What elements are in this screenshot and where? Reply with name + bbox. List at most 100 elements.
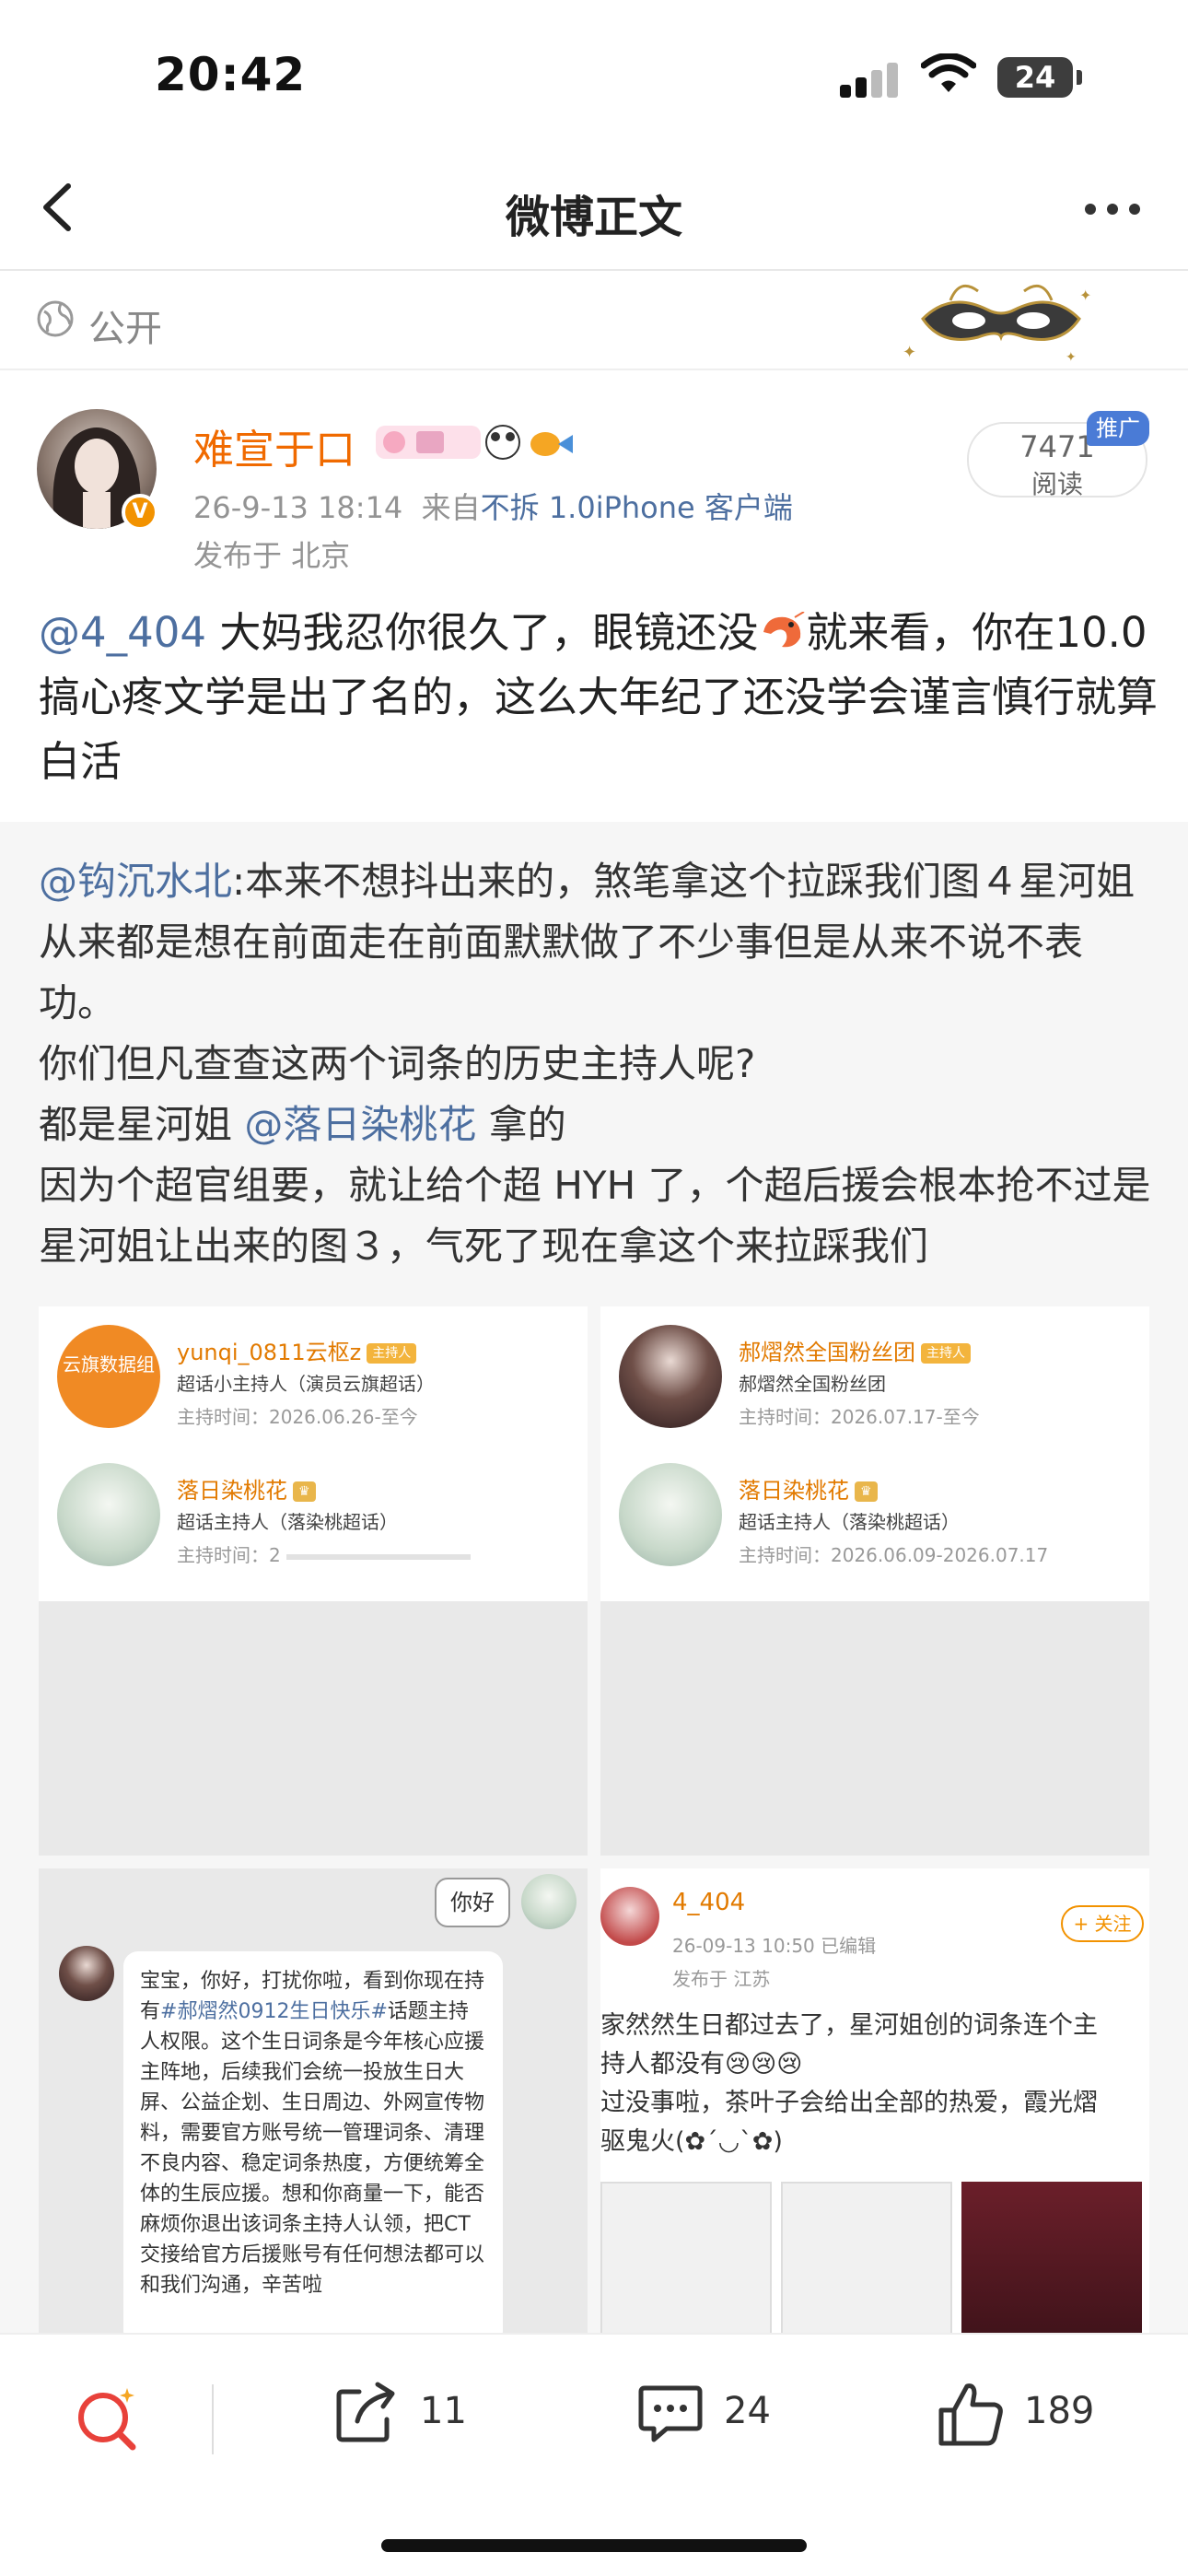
- image-2[interactable]: 郝熠然全国粉丝团 主持人 郝熠然全国粉丝团 主持时间：2026.07.17-至今 …: [600, 1306, 1149, 1856]
- battery-icon: 24: [997, 57, 1073, 98]
- post-text: 家然然生日都过去了，星河姐创的词条连个主 持人都没有😢😢😢 过没事啦，茶叶子会给…: [600, 2007, 1149, 2161]
- user-badges-icon: [376, 425, 573, 460]
- promo-tag[interactable]: 推广: [1087, 411, 1149, 446]
- image-2-card: 郝熠然全国粉丝团 主持人 郝熠然全国粉丝团 主持时间：2026.07.17-至今 …: [600, 1306, 1149, 1601]
- host-role: 超话小主持人（演员云旗超话）: [177, 1373, 435, 1395]
- follow-button: + 关注: [1061, 1905, 1144, 1942]
- more-icon[interactable]: [1085, 201, 1151, 218]
- repost-count: 11: [420, 2390, 467, 2432]
- cellular-signal-icon: [840, 63, 903, 98]
- bottom-action-bar: 11 24 189: [0, 2333, 1188, 2576]
- visibility-row: 公开 ✦ ✦ ✦: [0, 273, 1188, 370]
- page-title: 微博正文: [505, 192, 682, 243]
- repost-paragraph-3: 都是星河姐 @落日染桃花 拿的: [39, 1095, 1159, 1155]
- post-meta: 26-09-13 10:50 已编辑: [672, 1935, 877, 1957]
- host-row: 云旗数据组 yunqi_0811云枢z 主持人 超话小主持人（演员云旗超话） 主持…: [57, 1325, 573, 1435]
- post-avatar: [600, 1887, 659, 1946]
- verified-badge-icon: V: [122, 494, 158, 531]
- host-time: 主持时间：2026.07.17-至今: [739, 1406, 980, 1428]
- home-indicator[interactable]: [381, 2539, 807, 2552]
- host-row: 落日染桃花 ♛ 超话主持人（落染桃超话） 主持时间：2026.06.09-2026…: [619, 1463, 1135, 1574]
- thumbs-up-icon: [938, 2383, 1003, 2446]
- search-icon[interactable]: [72, 2381, 146, 2454]
- post-line: 过没事啦，茶叶子会给出全部的热爱，霞光熠: [600, 2089, 1098, 2117]
- svg-text:✦: ✦: [1079, 287, 1091, 304]
- repost-button[interactable]: 11: [332, 2377, 479, 2451]
- host-name: yunqi_0811云枢z 主持人: [177, 1334, 417, 1366]
- post-location: 发布于 江苏: [672, 1968, 771, 1990]
- host-name-text: 落日染桃花: [177, 1478, 287, 1504]
- post-meta: 26-9-13 18:14 来自不拆 1.0iPhone 客户端: [193, 485, 793, 527]
- like-count: 189: [1024, 2390, 1095, 2432]
- host-name-text: 郝熠然全国粉丝团: [739, 1340, 915, 1365]
- source-link[interactable]: 不拆 1.0iPhone 客户端: [481, 490, 793, 525]
- post-text-part1: 大妈我忍你很久了，眼镜还没: [206, 608, 759, 657]
- share-icon: [336, 2382, 395, 2442]
- chat-avatar-left: [59, 1946, 114, 2001]
- comment-button[interactable]: 24: [635, 2377, 783, 2451]
- host-avatar: [619, 1325, 722, 1428]
- host-row: 郝熠然全国粉丝团 主持人 郝熠然全国粉丝团 主持时间：2026.07.17-至今: [619, 1325, 1135, 1435]
- host-name: 落日染桃花 ♛: [177, 1472, 316, 1505]
- svg-text:✦: ✦: [1066, 350, 1077, 365]
- host-name-text: 落日染桃花: [739, 1478, 849, 1504]
- read-label: 阅读: [1031, 469, 1083, 499]
- host-level-badge: ♛: [293, 1481, 316, 1502]
- host-avatar-text: 云旗数据组: [63, 1353, 155, 1376]
- wifi-icon: [921, 53, 976, 92]
- hello-bubble: 你好: [435, 1878, 510, 1927]
- host-badge: 主持人: [367, 1343, 417, 1364]
- globe-icon: [37, 300, 74, 337]
- host-name: 落日染桃花 ♛: [739, 1472, 878, 1505]
- comment-count: 24: [724, 2390, 771, 2432]
- source-prefix: 来自: [421, 490, 481, 525]
- host-avatar: [57, 1463, 160, 1566]
- host-name: 郝熠然全国粉丝团 主持人: [739, 1334, 971, 1366]
- visibility-label: 公开: [88, 308, 162, 350]
- repost-mention-2[interactable]: @落日染桃花: [244, 1102, 476, 1147]
- image-1-card: 云旗数据组 yunqi_0811云枢z 主持人 超话小主持人（演员云旗超话） 主持…: [39, 1306, 588, 1601]
- post-location: 发布于 北京: [193, 538, 351, 573]
- host-time: 主持时间：2: [177, 1540, 471, 1567]
- shrimp-emoji-icon: [763, 611, 805, 648]
- post-line: 家然然生日都过去了，星河姐创的词条连个主: [600, 2011, 1098, 2040]
- author-name[interactable]: 难宣于口: [193, 416, 355, 475]
- status-time: 20:42: [155, 48, 307, 101]
- mention-link[interactable]: @4_404: [39, 608, 206, 657]
- nav-bar: 微博正文: [0, 147, 1188, 271]
- host-role: 超话主持人（落染桃超话）: [177, 1511, 398, 1533]
- repost-author-mention[interactable]: @钩沉水北: [39, 859, 232, 904]
- chat-message: 宝宝，你好，打扰你啦，看到你现在持有#郝熠然0912生日快乐#话题主持人权限。这…: [123, 1951, 503, 2346]
- host-role: 超话主持人（落染桃超话）: [739, 1511, 960, 1533]
- host-avatar: 云旗数据组: [57, 1325, 160, 1428]
- repost-body: @钩沉水北:本来不想抖出来的，煞笔拿这个拉踩我们图４星河姐从来都是想在前面走在前…: [39, 851, 1159, 1277]
- masquerade-mask-decoration: ✦ ✦ ✦: [903, 284, 1091, 365]
- host-avatar: [619, 1463, 722, 1566]
- repost-paragraph-1: @钩沉水北:本来不想抖出来的，煞笔拿这个拉踩我们图４星河姐从来都是想在前面走在前…: [39, 851, 1159, 1034]
- host-name-text: yunqi_0811云枢z: [177, 1340, 362, 1365]
- chat-avatar-right: [521, 1874, 577, 1929]
- host-time-text: 主持时间：2: [177, 1544, 281, 1566]
- chat-hashtag: #郝熠然0912生日快乐#: [160, 2000, 388, 2023]
- reposted-content[interactable]: @钩沉水北:本来不想抖出来的，煞笔拿这个拉踩我们图４星河姐从来都是想在前面走在前…: [0, 822, 1188, 2418]
- post-line: 驱鬼火(✿´◡`✿): [600, 2127, 783, 2156]
- comment-icon: [638, 2385, 703, 2442]
- host-time: 主持时间：2026.06.09-2026.07.17: [739, 1544, 1049, 1566]
- host-badge: 主持人: [921, 1343, 971, 1364]
- blurred-redaction: [285, 1553, 471, 1560]
- repost-paragraph-4: 因为个超官组要，就让给个超 HYH 了，个超后援会根本抢不过是星河姐让出来的图３…: [39, 1163, 1151, 1269]
- post-line: 持人都没有😢😢😢: [600, 2050, 803, 2078]
- repost-text-3a: 都是星河姐: [39, 1102, 245, 1147]
- like-button[interactable]: 189: [934, 2377, 1118, 2451]
- post-author: 4_404: [672, 1889, 746, 1916]
- host-role: 郝熠然全国粉丝团: [739, 1373, 886, 1395]
- host-row: 落日染桃花 ♛ 超话主持人（落染桃超话） 主持时间：2: [57, 1463, 573, 1574]
- host-time: 主持时间：2026.06.26-至今: [177, 1406, 418, 1428]
- post-body: @4_404 大妈我忍你很久了，眼镜还没 就来看，你在10.0搞心疼文学是出了名的…: [39, 601, 1159, 794]
- battery-tip: [1077, 70, 1082, 85]
- svg-text:✦: ✦: [903, 343, 916, 362]
- image-1[interactable]: 云旗数据组 yunqi_0811云枢z 主持人 超话小主持人（演员云旗超话） 主持…: [39, 1306, 588, 1856]
- chat-text-2: 话题主持人权限。这个生日词条是今年核心应援主阵地，后续我们会统一投放生日大屏、公…: [140, 2000, 485, 2297]
- repost-text-3b: 拿的: [476, 1102, 566, 1147]
- host-level-badge: ♛: [855, 1481, 878, 1502]
